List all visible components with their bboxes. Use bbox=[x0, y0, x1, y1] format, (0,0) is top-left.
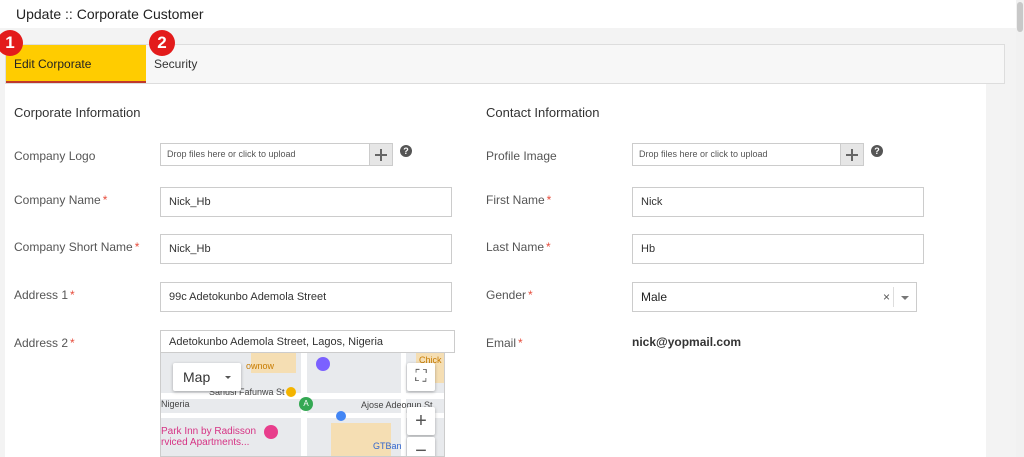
map-type-label: Map bbox=[183, 369, 211, 385]
step-badge-2: 2 bbox=[149, 30, 175, 56]
chevron-down-icon[interactable] bbox=[901, 296, 909, 300]
address1-input[interactable] bbox=[160, 282, 452, 312]
hotel-icon bbox=[264, 425, 278, 439]
bus-stop-icon bbox=[336, 411, 346, 421]
profile-image-label: Profile Image bbox=[486, 149, 557, 163]
first-name-input[interactable] bbox=[632, 187, 924, 217]
plus-icon[interactable] bbox=[840, 143, 864, 166]
scrollbar-thumb[interactable] bbox=[1017, 2, 1023, 32]
address2-input[interactable] bbox=[160, 330, 455, 353]
zoom-in-button[interactable]: + bbox=[407, 407, 435, 435]
page-header: Update :: Corporate Customer bbox=[0, 0, 1016, 28]
corporate-section-title: Corporate Information bbox=[14, 105, 141, 120]
last-name-input[interactable] bbox=[632, 234, 924, 264]
map-building bbox=[331, 423, 391, 456]
map-marker-a[interactable]: A bbox=[299, 397, 313, 411]
map-label-serviced: rviced Apartments... bbox=[161, 437, 250, 448]
page-title: Update :: Corporate Customer bbox=[16, 6, 204, 22]
map-label-downow: ownow bbox=[246, 361, 275, 371]
company-logo-label: Company Logo bbox=[14, 149, 96, 163]
profile-image-upload[interactable]: Drop files here or click to upload bbox=[632, 143, 864, 166]
bus-stop-icon bbox=[286, 387, 296, 397]
gender-select-value: Male bbox=[641, 290, 668, 304]
gender-label: Gender * bbox=[486, 288, 533, 302]
map-label-gtbank: GTBan bbox=[373, 441, 402, 451]
first-name-label: First Name * bbox=[486, 193, 552, 207]
company-name-input[interactable] bbox=[160, 187, 452, 217]
email-label: Email * bbox=[486, 336, 523, 350]
caret-down-icon bbox=[225, 376, 231, 379]
gender-select[interactable]: Male × bbox=[632, 282, 917, 312]
help-icon[interactable]: ? bbox=[871, 145, 883, 157]
plus-icon[interactable] bbox=[369, 143, 393, 166]
company-name-label: Company Name * bbox=[14, 193, 108, 207]
help-icon[interactable]: ? bbox=[400, 145, 412, 157]
zoom-out-button[interactable]: − bbox=[407, 437, 435, 456]
address1-label: Address 1 * bbox=[14, 288, 75, 302]
tab-edit-corporate-customer[interactable]: Edit Corporate Customer bbox=[6, 45, 146, 109]
shop-icon bbox=[316, 357, 330, 371]
fullscreen-icon[interactable]: ⛶ bbox=[407, 363, 435, 391]
contact-section-title: Contact Information bbox=[486, 105, 600, 120]
last-name-label: Last Name * bbox=[486, 240, 551, 254]
page-scrollbar[interactable] bbox=[1016, 0, 1024, 457]
email-value: nick@yopmail.com bbox=[632, 335, 742, 349]
address-map[interactable]: ownow Chick Nigeria Sanusi Fafunwa St Aj… bbox=[160, 352, 445, 457]
company-logo-upload-text: Drop files here or click to upload bbox=[167, 149, 296, 159]
profile-image-upload-text: Drop files here or click to upload bbox=[639, 149, 768, 159]
select-separator bbox=[893, 287, 894, 307]
form-panel: Corporate Information Company Logo Drop … bbox=[5, 84, 986, 457]
address2-label: Address 2 * bbox=[14, 336, 75, 350]
company-short-name-input[interactable] bbox=[160, 234, 452, 264]
map-label-nigeria: Nigeria bbox=[161, 399, 190, 409]
map-type-dropdown[interactable]: Map bbox=[173, 363, 241, 391]
map-label-park-inn: Park Inn by Radisson bbox=[161, 426, 257, 437]
company-logo-upload[interactable]: Drop files here or click to upload bbox=[160, 143, 393, 166]
clear-icon[interactable]: × bbox=[883, 290, 890, 304]
company-short-name-label: Company Short Name * bbox=[14, 240, 140, 254]
